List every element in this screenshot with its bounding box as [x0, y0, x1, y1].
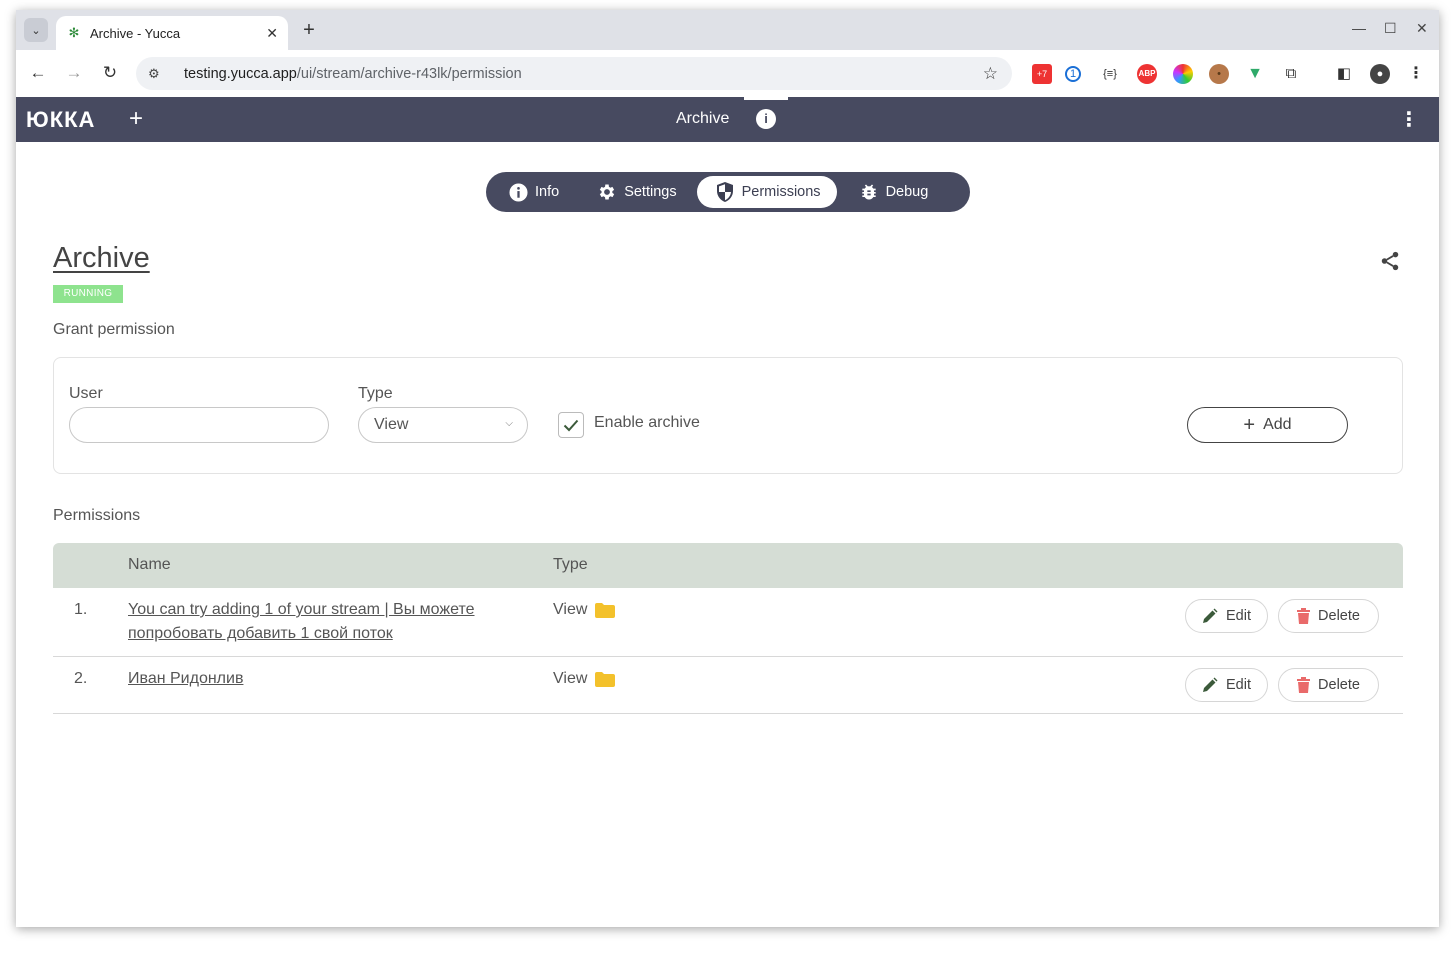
extension-adblock-icon[interactable]: ABP	[1137, 64, 1157, 84]
trash-icon	[1297, 608, 1311, 624]
row-type-label: View	[553, 670, 588, 687]
extension-cookie-icon[interactable]: •	[1209, 64, 1229, 84]
tab-debug[interactable]: Debug	[841, 176, 945, 208]
gear-icon	[597, 182, 617, 202]
row-name-link[interactable]: Иван Ридонлив	[128, 667, 528, 691]
column-name[interactable]: Name	[128, 556, 171, 574]
extensions-puzzle-icon[interactable]: ⧉	[1281, 64, 1301, 84]
more-vert-icon[interactable]: ⋮	[1399, 107, 1419, 132]
app-logo[interactable]: ЮККА	[26, 107, 95, 133]
user-input[interactable]	[69, 407, 329, 443]
delete-label: Delete	[1318, 608, 1360, 624]
row-index: 2.	[74, 670, 88, 687]
header-title: Archive	[676, 110, 730, 127]
row-type: View	[553, 601, 616, 619]
tab-permissions-label: Permissions	[741, 184, 821, 200]
plus-icon: +	[1243, 414, 1256, 436]
grant-permission-heading: Grant permission	[53, 321, 175, 338]
header-active-indicator	[744, 97, 788, 100]
type-select[interactable]: View ⌵	[358, 407, 528, 443]
edit-button[interactable]: Edit	[1185, 599, 1268, 633]
table-row: 2. Иван Ридонлив View Edit Delete	[53, 657, 1403, 714]
chevron-down-icon: ⌵	[505, 418, 513, 429]
checkmark-icon	[563, 419, 579, 431]
address-bar[interactable]: ⚙ testing.yucca.app/ui/stream/archive-r4…	[136, 57, 1012, 90]
tab-debug-label: Debug	[885, 184, 929, 200]
extension-password-icon[interactable]: 1	[1065, 66, 1081, 82]
minimize-icon[interactable]: —	[1352, 20, 1366, 36]
close-window-icon[interactable]: ✕	[1416, 20, 1428, 37]
enable-archive-checkbox[interactable]	[558, 412, 584, 438]
tab-info[interactable]: Info	[490, 176, 575, 208]
pencil-icon	[1202, 608, 1218, 624]
bug-icon	[859, 182, 879, 202]
forward-icon[interactable]: →	[63, 62, 85, 84]
permissions-heading: Permissions	[53, 507, 141, 524]
enable-archive-label[interactable]: Enable archive	[594, 414, 700, 432]
bookmark-star-icon[interactable]: ☆	[983, 64, 998, 84]
type-select-value: View	[374, 416, 409, 433]
browser-tab[interactable]: ✻ Archive - Yucca ✕	[56, 16, 288, 50]
row-index: 1.	[74, 601, 88, 618]
add-icon[interactable]: +	[129, 105, 143, 133]
tab-strip: ⌄ ✻ Archive - Yucca ✕ + — ☐ ✕	[16, 10, 1439, 50]
url-path: /ui/stream/archive-r43lk/permission	[296, 65, 522, 82]
trash-icon	[1297, 677, 1311, 693]
tab-settings[interactable]: Settings	[579, 176, 692, 208]
edit-label: Edit	[1226, 608, 1251, 624]
folder-icon	[595, 602, 616, 618]
side-panel-icon[interactable]: ◧	[1334, 64, 1354, 84]
info-icon[interactable]: i	[756, 109, 776, 129]
table-row: 1. You can try adding 1 of your stream |…	[53, 588, 1403, 657]
tab-settings-label: Settings	[624, 184, 677, 200]
grant-permission-form: User Type View ⌵ Enable archive + Add	[53, 357, 1403, 474]
status-badge: RUNNING	[53, 285, 123, 303]
stream-tabs: Info Settings Permissions Debug	[486, 172, 970, 212]
delete-button[interactable]: Delete	[1278, 599, 1379, 633]
user-label: User	[69, 385, 103, 402]
site-info-icon[interactable]: ⚙	[148, 66, 168, 82]
add-button-label: Add	[1263, 416, 1292, 433]
info-circle-icon	[508, 182, 528, 202]
delete-button[interactable]: Delete	[1278, 668, 1379, 702]
share-icon[interactable]	[1379, 250, 1401, 272]
back-icon[interactable]: ←	[27, 62, 49, 84]
extension-json-icon[interactable]: {≡}	[1100, 64, 1120, 84]
maximize-icon[interactable]: ☐	[1384, 20, 1397, 37]
app-header: ЮККА + Archive i ⋮	[16, 97, 1439, 142]
tab-info-label: Info	[535, 184, 560, 200]
stream-title[interactable]: Archive	[53, 242, 150, 275]
profile-avatar[interactable]: ●	[1370, 64, 1390, 84]
extension-weather-icon[interactable]: +7	[1032, 64, 1052, 84]
row-type-label: View	[553, 601, 588, 618]
browser-menu-icon[interactable]: ⋮	[1406, 64, 1426, 84]
url-host: testing.yucca.app	[184, 65, 297, 82]
extension-color-icon[interactable]	[1173, 64, 1193, 84]
pencil-icon	[1202, 677, 1218, 693]
edit-button[interactable]: Edit	[1185, 668, 1268, 702]
shield-icon	[715, 182, 735, 202]
reload-icon[interactable]: ↻	[99, 62, 121, 84]
browser-toolbar: ← → ↻ ⚙ testing.yucca.app/ui/stream/arch…	[16, 50, 1439, 97]
new-tab-button[interactable]: +	[298, 19, 320, 41]
column-type[interactable]: Type	[553, 556, 588, 574]
tab-permissions[interactable]: Permissions	[696, 176, 837, 208]
yucca-favicon-icon: ✻	[68, 25, 80, 40]
close-tab-icon[interactable]: ✕	[266, 25, 278, 42]
folder-icon	[595, 671, 616, 687]
type-label: Type	[358, 385, 393, 402]
extension-vue-icon[interactable]: ▼	[1245, 64, 1265, 84]
tab-search-button[interactable]: ⌄	[24, 18, 48, 42]
browser-window: ⌄ ✻ Archive - Yucca ✕ + — ☐ ✕ ← → ↻ ⚙ te…	[16, 10, 1439, 927]
add-permission-button[interactable]: + Add	[1187, 407, 1348, 443]
row-name-link[interactable]: You can try adding 1 of your stream | Вы…	[128, 598, 528, 646]
edit-label: Edit	[1226, 677, 1251, 693]
tab-title: Archive - Yucca	[90, 25, 181, 41]
permissions-table-header: Name Type	[53, 543, 1403, 588]
chevron-down-icon: ⌄	[31, 24, 41, 37]
delete-label: Delete	[1318, 677, 1360, 693]
row-type: View	[553, 670, 616, 688]
